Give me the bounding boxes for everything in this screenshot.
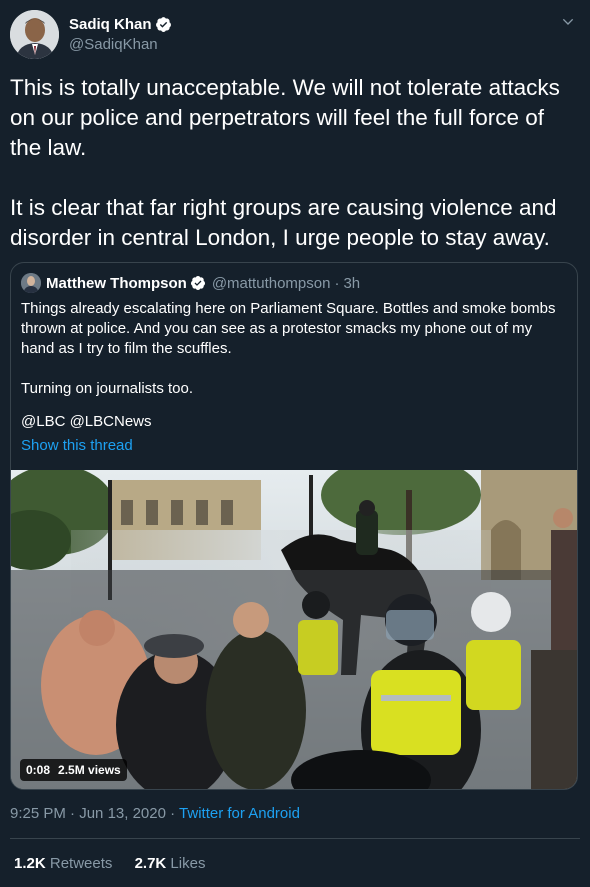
tweet-time[interactable]: 9:25 PM — [10, 805, 66, 822]
quoted-avatar — [21, 273, 41, 293]
quoted-timestamp: 3h — [343, 274, 361, 292]
separator-dot: · — [170, 805, 176, 822]
separator-dot: · — [70, 805, 76, 822]
likes-count: 2.7K — [134, 855, 167, 872]
separator-dot: · — [334, 274, 340, 292]
quoted-author-handle: @mattuthompson — [211, 274, 331, 292]
quoted-author-name: Matthew Thompson — [46, 274, 187, 292]
retweets-label: Retweets — [49, 855, 113, 872]
show-thread-link[interactable]: Show this thread — [21, 437, 133, 454]
tweet-stats: 1.2K Retweets 2.7K Likes — [14, 855, 205, 872]
divider — [10, 838, 580, 839]
quoted-tweet[interactable]: Matthew Thompson @mattuthompson · 3h Thi… — [10, 262, 578, 790]
video-thumbnail[interactable]: 0:08 2.5M views — [11, 470, 577, 789]
verified-badge-icon — [190, 276, 205, 290]
chevron-down-icon[interactable] — [560, 14, 576, 30]
quoted-mentions[interactable]: @LBC @LBCNews — [21, 412, 566, 432]
retweets-stat[interactable]: 1.2K Retweets — [14, 855, 112, 872]
video-badge: 0:08 2.5M views — [20, 759, 127, 781]
verified-badge-icon — [155, 16, 171, 32]
tweet-source-link[interactable]: Twitter for Android — [179, 805, 300, 822]
video-duration: 0:08 — [26, 763, 51, 777]
author-name[interactable]: Sadiq Khan — [69, 16, 152, 33]
tweet-text: This is totally unacceptable. We will no… — [10, 73, 580, 283]
author-handle[interactable]: @SadiqKhan — [69, 36, 158, 53]
tweet-header: Sadiq Khan @SadiqKhan — [10, 10, 580, 60]
quoted-tweet-header: Matthew Thompson @mattuthompson · 3h — [21, 273, 360, 293]
video-views: 2.5M views — [58, 763, 121, 777]
likes-stat[interactable]: 2.7K Likes — [135, 855, 206, 872]
tweet-date[interactable]: Jun 13, 2020 — [79, 805, 166, 822]
quoted-paragraph: Things already escalating here on Parlia… — [21, 300, 556, 357]
avatar[interactable] — [10, 10, 59, 59]
tweet-meta: 9:25 PM · Jun 13, 2020 · Twitter for And… — [10, 805, 300, 822]
tweet-paragraph: This is totally unacceptable. We will no… — [10, 75, 560, 160]
quoted-paragraph: Turning on journalists too. — [21, 380, 194, 397]
quoted-tweet-text: Things already escalating here on Parlia… — [21, 299, 566, 452]
author-name-row: Sadiq Khan — [69, 14, 172, 34]
likes-label: Likes — [170, 855, 206, 872]
retweets-count: 1.2K — [14, 855, 46, 872]
tweet-card: Sadiq Khan @SadiqKhan This is totally un… — [0, 0, 590, 887]
tweet-paragraph: It is clear that far right groups are ca… — [10, 195, 557, 250]
